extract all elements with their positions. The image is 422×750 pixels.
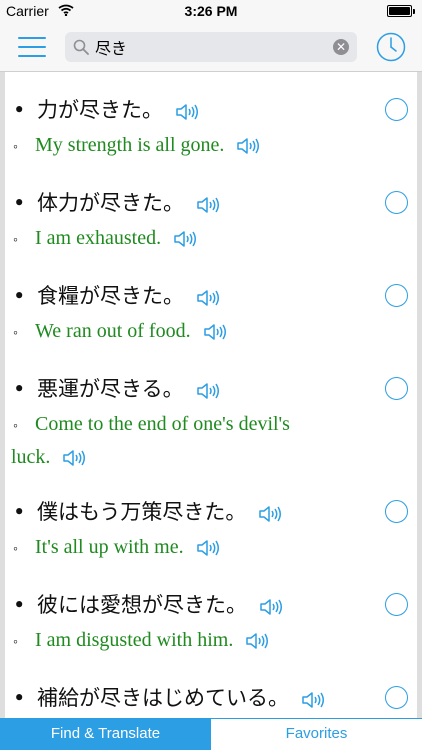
speaker-icon[interactable] (196, 195, 220, 215)
search-icon (73, 39, 89, 55)
japanese-sentence: 食糧が尽きた。 (37, 284, 184, 308)
clock-icon[interactable] (375, 31, 407, 63)
battery-icon (387, 5, 415, 17)
speaker-icon[interactable] (175, 102, 199, 122)
english-translation: My strength is all gone. (35, 134, 225, 156)
select-circle-icon[interactable] (385, 377, 408, 400)
nav-bar: ✕ (0, 22, 422, 72)
select-circle-icon[interactable] (385, 500, 408, 523)
speaker-icon[interactable] (301, 690, 325, 710)
speaker-icon[interactable] (173, 229, 197, 249)
speaker-icon[interactable] (259, 597, 283, 617)
speaker-icon[interactable] (236, 136, 260, 156)
clear-icon[interactable]: ✕ (333, 39, 349, 55)
list-item[interactable]: • 彼には愛想が尽きた。 ◦ I am disgusted with him. (5, 567, 417, 660)
english-translation: We ran out of food. (35, 320, 191, 342)
english-translation: I am disgusted with him. (35, 629, 234, 651)
speaker-icon[interactable] (245, 631, 269, 651)
japanese-sentence: 彼には愛想が尽きた。 (37, 593, 247, 617)
speaker-icon[interactable] (62, 448, 86, 468)
list-item[interactable]: • 体力が尽きた。 ◦ I am exhausted. (5, 165, 417, 258)
select-circle-icon[interactable] (385, 686, 408, 709)
japanese-sentence: 悪運が尽きる。 (37, 377, 184, 401)
tab-bar: Find & Translate Favorites (0, 718, 422, 750)
list-item[interactable]: • 食糧が尽きた。 ◦ We ran out of food. (5, 258, 417, 351)
speaker-icon[interactable] (203, 322, 227, 342)
list-item[interactable]: • 力が尽きた。 ◦ My strength is all gone. (5, 72, 417, 165)
results-list[interactable]: • 力が尽きた。 ◦ My strength is all gone. • 体力が尽き… (0, 72, 422, 718)
status-bar: Carrier 3:26 PM (0, 0, 422, 22)
tab-find-translate[interactable]: Find & Translate (0, 719, 211, 750)
select-circle-icon[interactable] (385, 191, 408, 214)
select-circle-icon[interactable] (385, 284, 408, 307)
list-item[interactable]: • 僕はもう万策尽きた。 ◦ It's all up with me. (5, 474, 417, 567)
menu-icon[interactable] (18, 37, 46, 57)
tab-favorites[interactable]: Favorites (211, 719, 422, 750)
search-input[interactable] (95, 35, 325, 59)
search-field[interactable]: ✕ (65, 32, 357, 62)
speaker-icon[interactable] (258, 504, 282, 524)
english-translation: I am exhausted. (35, 227, 162, 249)
japanese-sentence: 体力が尽きた。 (37, 191, 184, 215)
status-time: 3:26 PM (184, 3, 238, 19)
select-circle-icon[interactable] (385, 98, 408, 121)
speaker-icon[interactable] (196, 538, 220, 558)
list-item[interactable]: • 悪運が尽きる。 ◦ Come to the end of one's devil… (5, 351, 417, 474)
list-item[interactable]: • 補給が尽きはじめている。 (5, 660, 417, 718)
english-translation: It's all up with me. (35, 536, 184, 558)
japanese-sentence: 力が尽きた。 (37, 98, 163, 122)
speaker-icon[interactable] (196, 288, 220, 308)
japanese-sentence: 補給が尽きはじめている。 (37, 686, 289, 710)
speaker-icon[interactable] (196, 381, 220, 401)
select-circle-icon[interactable] (385, 593, 408, 616)
japanese-sentence: 僕はもう万策尽きた。 (37, 500, 247, 524)
english-translation: Come to the end of one's devil's luck. (11, 413, 290, 468)
